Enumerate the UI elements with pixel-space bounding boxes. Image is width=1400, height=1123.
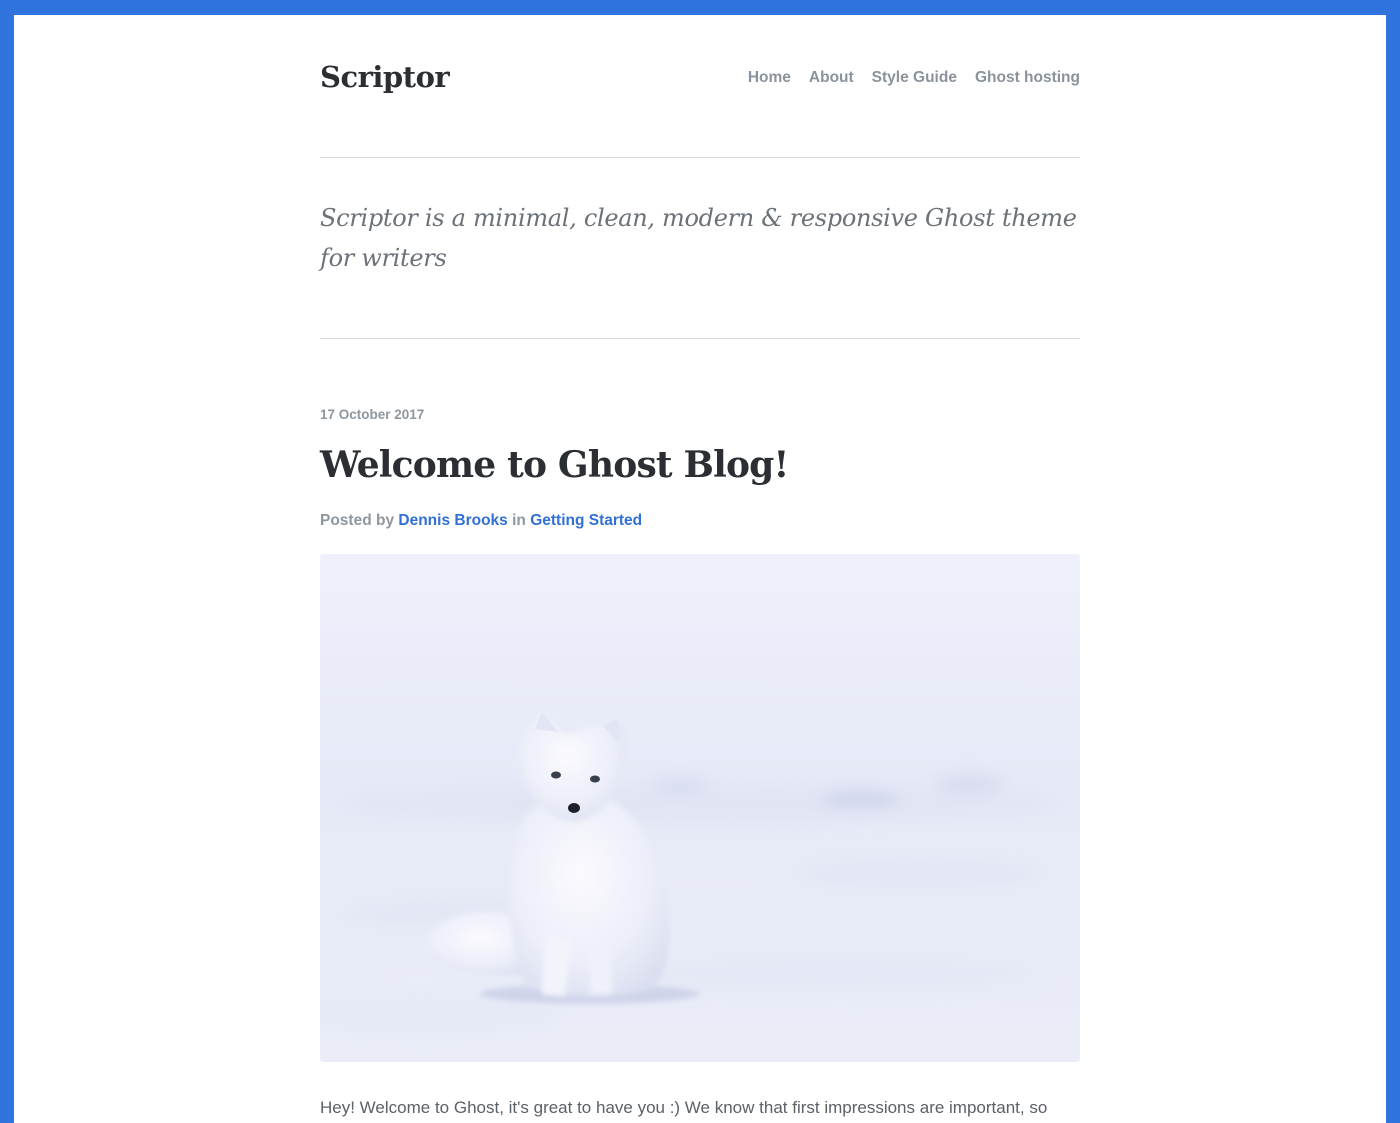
nav-item-home[interactable]: Home (748, 68, 791, 88)
post-date: 17 October 2017 (320, 407, 425, 422)
header-divider (320, 157, 1080, 158)
in-label: in (512, 512, 526, 529)
tagline-divider (320, 338, 1080, 339)
site-header: Scriptor Home About Style Guide Ghost ho… (320, 15, 1080, 158)
arctic-fox-image (320, 554, 1080, 1062)
site-title[interactable]: Scriptor (320, 57, 450, 97)
main-nav: Home About Style Guide Ghost hosting (730, 68, 1080, 88)
nav-item-about[interactable]: About (809, 68, 854, 88)
post-excerpt: Hey! Welcome to Ghost, it's great to hav… (320, 1098, 1048, 1117)
posted-by-label: Posted by (320, 512, 395, 529)
post-meta: Posted by Dennis Brooks in Getting Start… (320, 511, 642, 531)
post-title[interactable]: Welcome to Ghost Blog! (320, 439, 789, 491)
site-tagline: Scriptor is a minimal, clean, modern & r… (320, 204, 1077, 272)
author-link[interactable]: Dennis Brooks (398, 512, 507, 529)
post-feature-image[interactable] (320, 554, 1080, 1062)
nav-item-ghost-hosting[interactable]: Ghost hosting (975, 68, 1080, 88)
category-link[interactable]: Getting Started (530, 512, 642, 529)
page-frame: Scriptor Home About Style Guide Ghost ho… (14, 15, 1386, 1123)
nav-item-style-guide[interactable]: Style Guide (872, 68, 957, 88)
